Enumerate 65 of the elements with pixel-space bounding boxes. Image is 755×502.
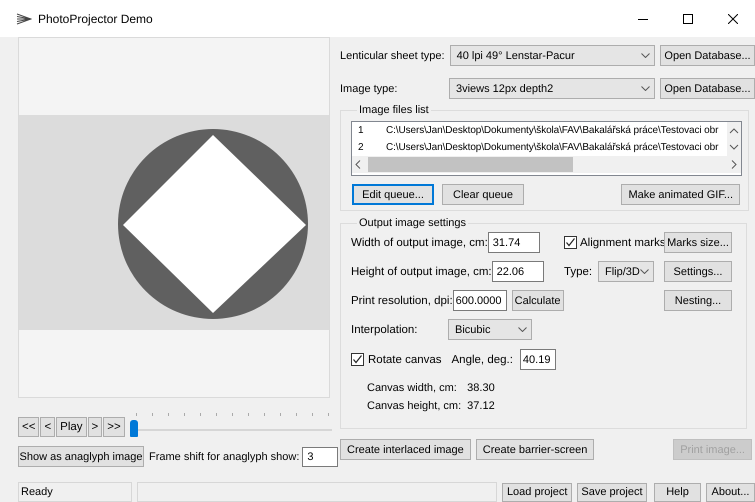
animated-gif-button[interactable]: Make animated GIF... [621, 184, 740, 205]
output-height-field[interactable]: 22.06 [492, 261, 544, 282]
image-type-dropdown[interactable]: 3views 12px depth2 [449, 78, 655, 99]
dropdown-caret-icon [641, 53, 650, 58]
edit-queue-button[interactable]: Edit queue... [352, 184, 434, 205]
sheet-type-dropdown[interactable]: 40 lpi 49° Lenstar-Pacur [450, 45, 656, 66]
frame-shift-field[interactable]: 3 [302, 446, 338, 466]
calculate-button[interactable]: Calculate [512, 290, 564, 311]
interpolation-label: Interpolation: [351, 324, 418, 336]
angle-label: Angle, deg.: [452, 354, 513, 366]
output-height-label: Height of output image, cm: [351, 266, 492, 278]
player-button[interactable]: Play [56, 417, 87, 437]
print-resolution-label: Print resolution, dpi: [351, 294, 453, 306]
dropdown-caret-icon [640, 269, 649, 274]
maximize-icon [682, 14, 692, 24]
create-interlaced-button[interactable]: Create interlaced image [340, 439, 471, 460]
output-width-label: Width of output image, cm: [351, 236, 488, 248]
app-logo-icon [16, 12, 32, 24]
file-path[interactable]: C:\Users\Jan\Desktop\Dokumenty\škola\FAV\Bakalářská práce\Testovaci obr [386, 142, 718, 153]
group-title: Image files list [358, 104, 430, 116]
type-dropdown[interactable]: Flip/3D [598, 261, 654, 282]
canvas-height-label: Canvas height, cm: [367, 400, 462, 412]
status-bar-button[interactable]: Save project [576, 482, 647, 502]
frame-shift-label: Frame shift for anaglyph show: [149, 450, 300, 462]
player-button[interactable]: < [40, 417, 56, 437]
angle-field[interactable]: 40.19 [520, 349, 556, 370]
open-database-button[interactable]: Open Database... [660, 45, 755, 66]
anaglyph-button[interactable]: Show as anaglyph image [18, 446, 144, 467]
player-button[interactable]: << [18, 417, 40, 437]
group-title: Output image settings [358, 217, 468, 229]
clear-queue-button[interactable]: Clear queue [442, 184, 524, 205]
dropdown-caret-icon [518, 327, 527, 332]
status-bar-button[interactable]: About... [706, 482, 755, 502]
canvas-width-label: Canvas width, cm: [367, 382, 458, 394]
player-button[interactable]: > [88, 417, 102, 437]
marks-size-button[interactable]: Marks size... [664, 232, 732, 253]
checkbox[interactable] [564, 236, 577, 249]
row-number: 1 [358, 125, 364, 136]
output-width-field[interactable]: 31.74 [488, 232, 540, 253]
canvas-width-value: 38.30 [467, 382, 495, 394]
rotate-canvas-label: Rotate canvas [368, 354, 442, 366]
close-icon [728, 14, 738, 24]
interpolation-dropdown[interactable]: Bicubic [448, 319, 532, 340]
horizontal-scrollbar[interactable] [352, 156, 741, 173]
type-label: Type: [564, 266, 594, 278]
file-path[interactable]: C:\Users\Jan\Desktop\Dokumenty\škola\FAV\Bakalářská práce\Testovaci obr [386, 125, 718, 136]
status-bar-button[interactable]: Help [654, 482, 701, 502]
settings-button[interactable]: Settings... [664, 261, 732, 282]
nesting-button[interactable]: Nesting... [664, 290, 732, 311]
checkbox[interactable] [351, 353, 364, 366]
slider-thumb[interactable] [130, 420, 138, 437]
player-button[interactable]: >> [103, 417, 125, 437]
canvas-height-value: 37.12 [467, 400, 495, 412]
image-files-list[interactable]: 1 C:\Users\Jan\Desktop\Dokumenty\škola\FAV\Bakalářská práce\Testovaci obr 2 C:\Users\Jan\Desktop\Dokumenty\škola\FAV\Bakalářská práce\Testovaci obr [351, 121, 742, 176]
status-bar-button[interactable]: Load project [502, 482, 572, 502]
status-text: Ready [18, 482, 132, 502]
lenticular-sheet-label: Lenticular sheet type: [340, 50, 445, 62]
print-resolution-field[interactable]: 600.0000 [452, 290, 507, 311]
dropdown-caret-icon [640, 86, 650, 91]
open-database-button[interactable]: Open Database... [660, 78, 755, 99]
row-number: 2 [358, 142, 364, 153]
image-type-label: Image type: [340, 82, 398, 94]
window-title: PhotoProjector Demo [38, 12, 153, 26]
frame-slider[interactable] [128, 413, 334, 437]
create-barrier-button[interactable]: Create barrier-screen [476, 439, 594, 460]
